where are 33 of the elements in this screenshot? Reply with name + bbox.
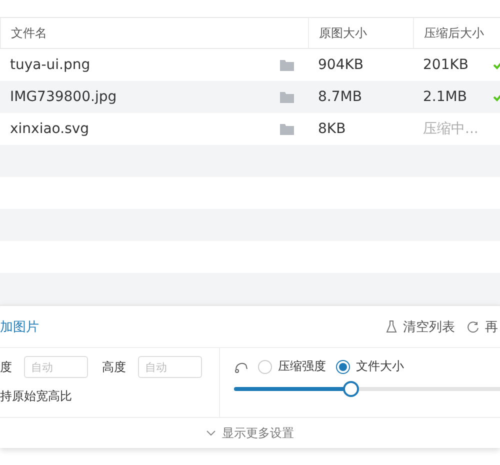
compressed-size: 压缩中... [423,120,478,138]
compressed-size: 201KB [423,57,469,73]
original-size: 8.7MB [318,89,362,105]
chevron-down-icon [206,430,216,436]
more-settings-button[interactable]: 显示更多设置 [0,418,500,448]
column-header: 原图大小 [308,18,413,48]
folder-icon[interactable] [280,124,294,134]
check-icon [493,60,500,70]
slider-thumb[interactable] [343,381,359,397]
add-images-link[interactable]: 加图片 [0,318,39,336]
check-icon [493,92,500,102]
refresh-icon [467,320,479,332]
column-header: 压缩后大小 [413,18,500,48]
width-label: 度 [0,358,12,376]
folder-icon[interactable] [280,60,294,70]
width-input[interactable]: 自动 [24,356,88,378]
file-name: tuya-ui.png [10,57,90,73]
clear-list-button[interactable]: 清空列表 [386,318,455,336]
file-name: IMG739800.jpg [10,89,117,105]
mode-radio[interactable]: 压缩强度 [258,358,326,375]
original-size: 8KB [318,121,346,137]
gauge-icon [234,360,248,373]
retry-button[interactable]: 再 [467,318,498,336]
compressed-size: 2.1MB [423,89,467,105]
folder-icon[interactable] [280,92,294,102]
flask-icon [386,320,397,333]
original-size: 904KB [318,57,364,73]
column-header: 文件名 [0,18,308,48]
height-label: 高度 [102,358,126,376]
mode-radio[interactable]: 文件大小 [336,358,404,375]
height-input[interactable]: 自动 [138,356,202,378]
file-name: xinxiao.svg [10,121,90,137]
keep-ratio-label: 持原始宽高比 [0,388,73,405]
